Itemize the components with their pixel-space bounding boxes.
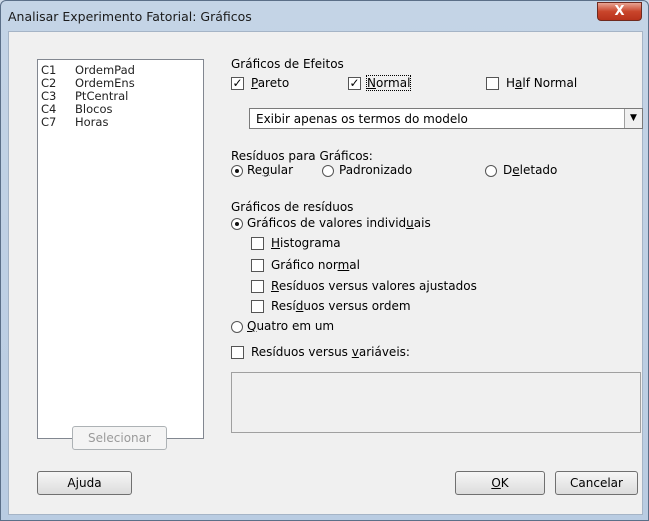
label-text: Resíduos versus (251, 345, 352, 359)
histograma-label[interactable]: Histograma (271, 236, 341, 250)
label-text: letado (519, 163, 558, 177)
label-text: uatro em um (256, 319, 335, 333)
mnemonic: e (512, 163, 520, 177)
label-text: areto (257, 76, 290, 90)
half-normal-checkbox[interactable] (486, 77, 499, 90)
vs-fits-checkbox[interactable] (251, 280, 264, 293)
column-id: C3 (41, 89, 57, 103)
label-text: istograma (280, 236, 341, 250)
label-text: ariáveis: (358, 345, 410, 359)
label-text: uos versus ordem (303, 299, 411, 313)
label-text: A (67, 476, 76, 490)
label-text: al (349, 258, 360, 272)
vs-fits-label[interactable]: Resíduos versus valores ajustados (271, 279, 477, 293)
mnemonic: H (271, 236, 281, 250)
mnemonic: v (351, 345, 359, 359)
mnemonic: O (491, 476, 501, 490)
chevron-down-icon[interactable]: ▼ (624, 109, 642, 128)
mnemonic: g (262, 163, 270, 177)
vs-order-label[interactable]: Resíduos versus ordem (271, 299, 411, 313)
label-text: ular (269, 163, 294, 177)
select-button[interactable]: Selecionar (72, 426, 167, 450)
individual-plots-radio[interactable] (231, 218, 243, 230)
effects-heading: Gráficos de Efeitos (231, 57, 344, 71)
grafico-normal-label[interactable]: Gráfico normal (271, 258, 360, 272)
mnemonic: u (406, 216, 414, 230)
normal-checkbox[interactable]: ✓ (348, 77, 361, 90)
label-text: esíduos versus valores ajustados (278, 279, 477, 293)
label-text: Re (247, 163, 263, 177)
padronizado-radio[interactable] (322, 165, 334, 177)
window-title: Analisar Experimento Fatorial: Gráficos (8, 9, 252, 24)
vs-variables-label[interactable]: Resíduos versus variáveis: (251, 345, 410, 359)
regular-radio[interactable] (231, 165, 243, 177)
label-text: D (503, 163, 513, 177)
column-name: Horas (75, 115, 109, 129)
ok-button[interactable]: OK (455, 471, 545, 495)
grafico-normal-checkbox[interactable] (251, 259, 264, 272)
pareto-label[interactable]: Pareto (251, 76, 289, 90)
individual-plots-label[interactable]: Gráficos de valores individuais (247, 216, 431, 230)
label-text: ormal (375, 76, 411, 90)
column-id: C1 (41, 63, 57, 77)
column-id: C4 (41, 102, 57, 116)
close-button[interactable]: X (597, 2, 642, 21)
deletado-label[interactable]: Deletado (503, 163, 557, 177)
vs-variables-checkbox[interactable] (231, 346, 244, 359)
label-text: ais (413, 216, 431, 230)
pareto-checkbox[interactable]: ✓ (231, 77, 244, 90)
column-id: C2 (41, 76, 57, 90)
label-text: Gráfico nor (271, 258, 338, 272)
label-text: lf Normal (522, 76, 578, 90)
label-text: uda (78, 476, 102, 490)
mnemonic: P (251, 76, 258, 90)
four-in-one-label[interactable]: Quatro em um (247, 319, 334, 333)
residuals-heading: Resíduos para Gráficos: (231, 149, 373, 163)
label-text: Resí (271, 299, 296, 313)
mnemonic: N (367, 76, 376, 90)
normal-label[interactable]: Normal (365, 75, 412, 91)
histograma-checkbox[interactable] (251, 237, 264, 250)
half-normal-label[interactable]: Half Normal (506, 76, 577, 90)
four-in-one-radio[interactable] (231, 321, 243, 333)
vs-order-checkbox[interactable] (251, 300, 264, 313)
select-value: Exibir apenas os termos do modelo (256, 112, 468, 126)
padronizado-label[interactable]: Padronizado (339, 163, 412, 177)
column-name: OrdemEns (75, 76, 135, 90)
effects-terms-select[interactable]: Exibir apenas os termos do modelo ▼ (249, 108, 643, 129)
mnemonic: R (271, 279, 279, 293)
cancel-button[interactable]: Cancelar (555, 471, 638, 495)
variable-list[interactable]: C1 OrdemPad C2 OrdemEns C3 PtCentral C4 … (37, 59, 204, 439)
dialog-window: Analisar Experimento Fatorial: Gráficos … (0, 0, 649, 521)
label-text: H (506, 76, 516, 90)
column-name: OrdemPad (75, 63, 135, 77)
deletado-radio[interactable] (485, 165, 497, 177)
column-name: Blocos (75, 102, 113, 116)
residual-plots-heading: Gráficos de resíduos (231, 200, 354, 214)
column-name: PtCentral (75, 89, 129, 103)
variables-input[interactable] (231, 372, 641, 433)
title-bar[interactable]: Analisar Experimento Fatorial: Gráficos … (1, 1, 648, 31)
label-text: Gráficos de valores individ (247, 216, 407, 230)
dialog-client: C1 OrdemPad C2 OrdemEns C3 PtCentral C4 … (8, 31, 643, 515)
regular-label[interactable]: Regular (247, 163, 293, 177)
help-button[interactable]: Ajuda (37, 471, 132, 495)
column-id: C7 (41, 115, 57, 129)
label-text: K (500, 476, 509, 490)
mnemonic: m (337, 258, 350, 272)
